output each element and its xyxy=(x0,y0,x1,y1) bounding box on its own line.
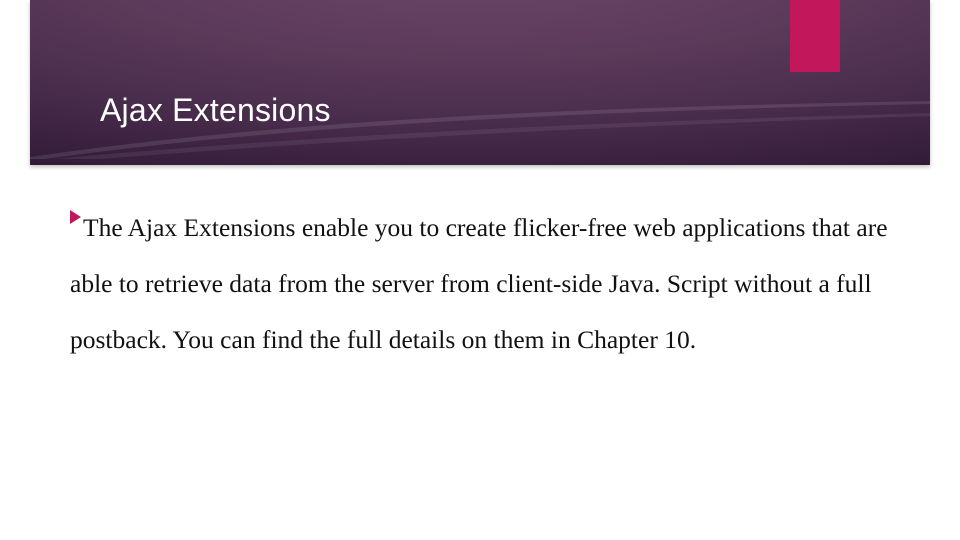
bullet-text: The Ajax Extensions enable you to create… xyxy=(70,213,888,354)
bullet-arrow-icon xyxy=(70,210,81,224)
accent-tab xyxy=(790,0,840,72)
bullet-item: The Ajax Extensions enable you to create… xyxy=(70,200,900,368)
slide-title: Ajax Extensions xyxy=(100,92,331,129)
title-band: Ajax Extensions xyxy=(30,0,930,165)
slide-body: The Ajax Extensions enable you to create… xyxy=(70,200,900,368)
slide: Ajax Extensions The Ajax Extensions enab… xyxy=(0,0,960,540)
bullet-text-content: The Ajax Extensions enable you to create… xyxy=(70,213,888,354)
